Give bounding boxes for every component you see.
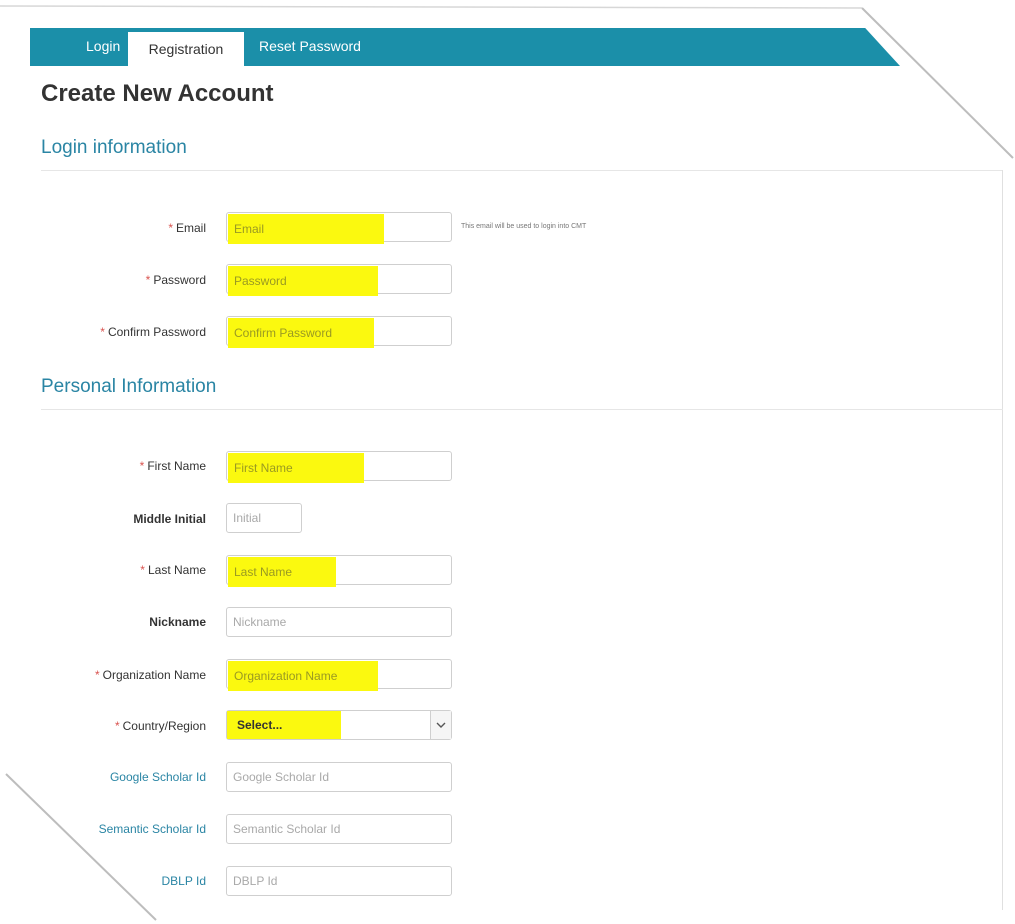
- confirm-password-input[interactable]: [226, 316, 452, 346]
- dblp-id-input[interactable]: [226, 866, 452, 896]
- middle-initial-input[interactable]: [226, 503, 302, 533]
- tab-reset-password[interactable]: Reset Password: [243, 28, 377, 66]
- page-title: Create New Account: [41, 80, 274, 107]
- required-marker: *: [94, 668, 100, 682]
- required-marker: *: [140, 563, 145, 577]
- last-name-input[interactable]: [226, 555, 452, 585]
- organization-name-input[interactable]: [226, 659, 452, 689]
- password-label: * Password: [145, 273, 206, 287]
- required-marker: *: [139, 459, 145, 473]
- country-region-label: * Country/Region: [114, 719, 206, 733]
- dblp-id-link[interactable]: DBLP Id: [40, 873, 206, 889]
- chevron-down-icon[interactable]: [430, 711, 451, 739]
- google-scholar-id-input[interactable]: [226, 762, 452, 792]
- tab-registration[interactable]: Registration: [128, 30, 244, 66]
- password-input[interactable]: [226, 264, 452, 294]
- google-scholar-id-link[interactable]: Google Scholar Id: [40, 769, 206, 785]
- semantic-scholar-id-link[interactable]: Semantic Scholar Id: [40, 821, 206, 837]
- semantic-scholar-id-input[interactable]: [226, 814, 452, 844]
- email-label: * Email: [168, 221, 206, 235]
- confirm-password-label: * Confirm Password: [100, 325, 206, 339]
- email-input[interactable]: [226, 212, 452, 242]
- section-divider: [41, 409, 1003, 410]
- section-divider: [41, 170, 1003, 171]
- nickname-input[interactable]: [226, 607, 452, 637]
- required-marker: *: [100, 325, 105, 339]
- login-information-heading: Login information: [41, 137, 187, 158]
- middle-initial-label: Middle Initial: [133, 512, 206, 526]
- required-marker: *: [114, 719, 120, 733]
- first-name-input[interactable]: [226, 451, 452, 481]
- required-marker: *: [145, 273, 151, 287]
- form-border: [1002, 170, 1003, 910]
- registration-page: Login Registration Reset Password Create…: [0, 0, 1015, 924]
- last-name-label: * Last Name: [140, 563, 206, 577]
- email-help-text: This email will be used to login into CM…: [461, 223, 587, 230]
- tab-login[interactable]: Login: [70, 28, 136, 66]
- required-marker: *: [168, 221, 173, 235]
- organization-name-label: * Organization Name: [94, 668, 206, 682]
- tab-bar: Login Registration Reset Password: [30, 28, 900, 66]
- personal-information-heading: Personal Information: [41, 376, 217, 397]
- country-region-selected-value: Select...: [237, 718, 283, 732]
- first-name-label: * First Name: [139, 459, 206, 473]
- country-region-select[interactable]: Select...: [226, 710, 452, 740]
- nickname-label: Nickname: [149, 615, 206, 629]
